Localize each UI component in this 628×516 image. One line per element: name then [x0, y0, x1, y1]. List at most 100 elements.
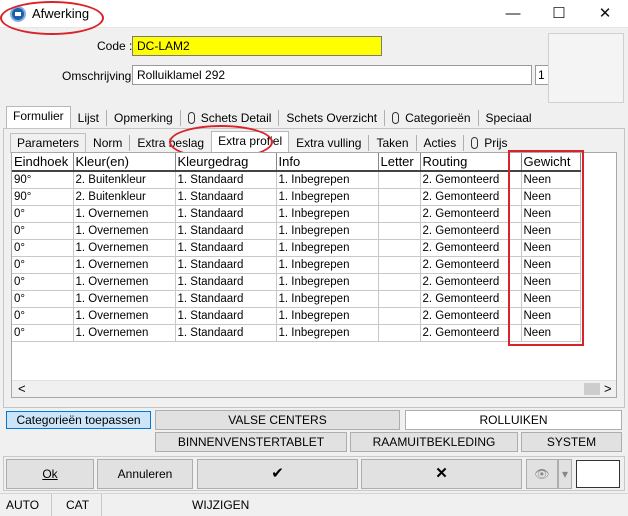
table-cell[interactable]: 1. Standaard [175, 222, 277, 240]
annuleren-button[interactable]: Annuleren [97, 459, 193, 489]
table-cell[interactable]: 1. Inbegrepen [276, 171, 379, 189]
column-header[interactable]: Letter [378, 153, 421, 172]
scroll-thumb[interactable] [584, 383, 600, 395]
omschrijving-side-field[interactable]: 1 [535, 65, 549, 85]
scroll-right-arrow[interactable]: > [604, 381, 612, 396]
table-cell[interactable]: 1. Standaard [175, 324, 277, 342]
table-cell[interactable]: 2. Gemonteerd [420, 290, 522, 308]
table-cell[interactable]: 2. Gemonteerd [420, 307, 522, 325]
table-cell[interactable] [378, 256, 421, 274]
chevron-down-icon[interactable]: ▾ [558, 459, 572, 489]
table-cell[interactable]: 1. Overnemen [73, 324, 176, 342]
table-cell[interactable]: 0° [12, 239, 74, 257]
rolluiken-button[interactable]: ROLLUIKEN [405, 410, 622, 430]
table-cell[interactable] [378, 171, 421, 189]
table-cell[interactable]: 1. Overnemen [73, 239, 176, 257]
minimize-button[interactable]: — [490, 0, 536, 28]
color-swatch[interactable] [576, 460, 620, 488]
table-cell[interactable] [378, 239, 421, 257]
table-cell[interactable]: 0° [12, 290, 74, 308]
horizontal-scrollbar[interactable]: < > [12, 380, 616, 397]
table-cell[interactable]: 1. Inbegrepen [276, 307, 379, 325]
table-cell[interactable] [378, 324, 421, 342]
table-cell[interactable]: 1. Overnemen [73, 222, 176, 240]
table-cell[interactable]: 0° [12, 256, 74, 274]
confirm-check-button[interactable]: ✔ [197, 459, 358, 489]
tab-categorieen[interactable]: Categorieën [385, 108, 477, 128]
table-cell[interactable]: 1. Inbegrepen [276, 222, 379, 240]
table-cell[interactable]: 1. Standaard [175, 188, 277, 206]
table-row[interactable]: 90° 2. Buitenkleur 1. Standaard 1. Inbegrep… [12, 171, 581, 189]
table-cell[interactable]: 1. Standaard [175, 239, 277, 257]
table-cell[interactable]: 2. Gemonteerd [420, 171, 522, 189]
subtab-parameters[interactable]: Parameters [10, 133, 87, 153]
table-row[interactable]: 0° 1. Overnemen 1. Standaard 1. Inbegrepen 2… [12, 239, 581, 257]
table-cell[interactable]: 1. Overnemen [73, 273, 176, 291]
tab-opmerking[interactable]: Opmerking [107, 108, 180, 128]
table-cell[interactable]: 1. Inbegrepen [276, 188, 379, 206]
table-row[interactable]: 0° 1. Overnemen 1. Standaard 1. Inbegrepen 2… [12, 256, 581, 274]
table-cell[interactable] [378, 188, 421, 206]
code-field[interactable]: DC-LAM2 [132, 36, 382, 56]
table-cell[interactable]: 1. Standaard [175, 290, 277, 308]
tab-formulier[interactable]: Formulier [6, 106, 71, 128]
column-header[interactable]: Eindhoek [12, 153, 74, 172]
ok-button[interactable]: Ok [6, 459, 94, 489]
column-header[interactable]: Routing [420, 153, 522, 172]
table-cell[interactable]: 2. Gemonteerd [420, 205, 522, 223]
subtab-norm[interactable]: Norm [86, 133, 129, 153]
table-cell[interactable]: 2. Gemonteerd [420, 188, 522, 206]
table-cell[interactable]: 1. Inbegrepen [276, 239, 379, 257]
categorieen-toepassen-button[interactable]: Categorieën toepassen [6, 411, 151, 429]
table-cell[interactable]: 0° [12, 205, 74, 223]
table-cell[interactable]: 0° [12, 222, 74, 240]
table-cell[interactable]: 1. Standaard [175, 273, 277, 291]
table-cell[interactable]: 1. Inbegrepen [276, 324, 379, 342]
table-cell[interactable]: 2. Gemonteerd [420, 324, 522, 342]
table-cell[interactable]: 1. Overnemen [73, 205, 176, 223]
binoculars-icon[interactable]: 👁 [526, 459, 558, 489]
table-cell[interactable]: 2. Buitenkleur [73, 188, 176, 206]
table-cell[interactable]: 2. Gemonteerd [420, 222, 522, 240]
subtab-prijs[interactable]: Prijs [464, 133, 514, 153]
table-row[interactable]: 0° 1. Overnemen 1. Standaard 1. Inbegrepen 2… [12, 273, 581, 291]
table-cell[interactable]: 1. Overnemen [73, 256, 176, 274]
table-cell[interactable] [378, 205, 421, 223]
column-header[interactable]: Kleur(en) [73, 153, 176, 172]
subtab-acties[interactable]: Acties [417, 133, 464, 153]
table-row[interactable]: 0° 1. Overnemen 1. Standaard 1. Inbegrepen 2… [12, 324, 581, 342]
table-cell[interactable] [378, 222, 421, 240]
column-header[interactable]: Info [276, 153, 379, 172]
table-cell[interactable] [378, 273, 421, 291]
table-cell[interactable]: 0° [12, 273, 74, 291]
valse-centers-button[interactable]: VALSE CENTERS [155, 410, 400, 430]
table-row[interactable]: 0° 1. Overnemen 1. Standaard 1. Inbegrepen 2… [12, 307, 581, 325]
table-cell[interactable]: 90° [12, 188, 74, 206]
table-cell[interactable]: 1. Standaard [175, 256, 277, 274]
table-cell[interactable]: 1. Standaard [175, 307, 277, 325]
subtab-extra-vulling[interactable]: Extra vulling [289, 133, 368, 153]
table-cell[interactable]: 1. Inbegrepen [276, 205, 379, 223]
tab-speciaal[interactable]: Speciaal [479, 108, 539, 128]
table-cell[interactable]: 2. Gemonteerd [420, 273, 522, 291]
tab-lijst[interactable]: Lijst [71, 108, 106, 128]
table-cell[interactable]: 1. Inbegrepen [276, 256, 379, 274]
table-cell[interactable]: 1. Standaard [175, 171, 277, 189]
table-row[interactable]: 0° 1. Overnemen 1. Standaard 1. Inbegrepen 2… [12, 222, 581, 240]
discard-cross-button[interactable]: ✕ [361, 459, 522, 489]
system-button[interactable]: SYSTEM [521, 432, 622, 452]
close-button[interactable]: ✕ [582, 0, 628, 28]
tab-schets-overzicht[interactable]: Schets Overzicht [279, 108, 384, 128]
table-row[interactable]: 0° 1. Overnemen 1. Standaard 1. Inbegrepen 2… [12, 205, 581, 223]
table-cell[interactable]: 90° [12, 171, 74, 189]
table-cell[interactable]: 0° [12, 324, 74, 342]
binnenvenstertablet-button[interactable]: BINNENVENSTERTABLET [155, 432, 347, 452]
table-row[interactable]: 0° 1. Overnemen 1. Standaard 1. Inbegrepen 2… [12, 290, 581, 308]
table-cell[interactable]: 2. Buitenkleur [73, 171, 176, 189]
maximize-button[interactable]: ☐ [536, 0, 582, 28]
table-cell[interactable]: 2. Gemonteerd [420, 256, 522, 274]
table-cell[interactable]: 1. Standaard [175, 205, 277, 223]
table-cell[interactable]: 1. Overnemen [73, 307, 176, 325]
table-cell[interactable]: 1. Inbegrepen [276, 290, 379, 308]
column-header[interactable]: Kleurgedrag [175, 153, 277, 172]
